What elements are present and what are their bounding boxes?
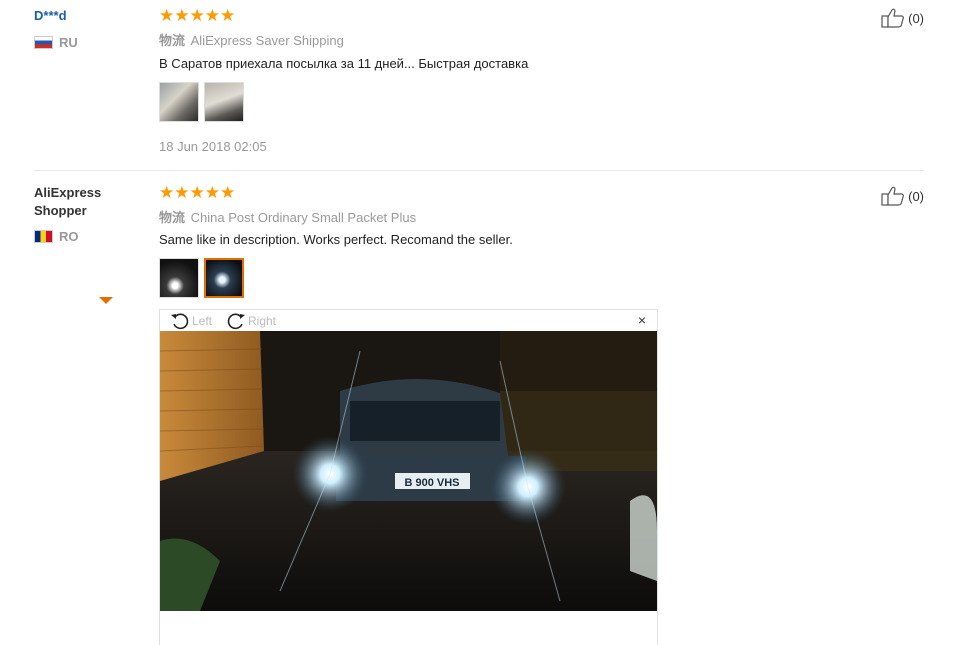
review-photos	[159, 258, 244, 298]
review-content: В Саратов приехала посылка за 11 дней...…	[159, 56, 529, 71]
review-photo-large: B 900 VHS	[160, 331, 657, 611]
helpful-button[interactable]: (0)	[881, 8, 924, 28]
flag-ru-icon	[34, 36, 53, 49]
reviewer-name[interactable]: D***d	[34, 7, 67, 25]
star-icon: ★	[159, 183, 175, 202]
reviewer-country: RO	[34, 229, 79, 244]
review-photo-thumbnail[interactable]	[159, 258, 199, 298]
star-icon: ★	[189, 183, 205, 202]
rotate-right-label: Right	[248, 314, 277, 328]
thumbs-up-icon	[881, 186, 905, 206]
star-rating: ★ ★ ★ ★ ★	[159, 184, 235, 202]
logistics-method: China Post Ordinary Small Packet Plus	[190, 210, 417, 225]
star-icon: ★	[189, 6, 205, 25]
star-rating: ★ ★ ★ ★ ★	[159, 7, 235, 25]
rotate-left-icon	[171, 313, 189, 330]
logistics-info: 物流 AliExpress Saver Shipping	[159, 30, 344, 49]
license-plate-text: B 900 VHS	[404, 477, 459, 489]
logistics-info: 物流 China Post Ordinary Small Packet Plus	[159, 207, 416, 226]
car-night-photo: B 900 VHS	[160, 331, 657, 611]
logistics-method: AliExpress Saver Shipping	[190, 33, 344, 48]
review-content: Same like in description. Works perfect.…	[159, 232, 513, 247]
flag-ro-icon	[34, 230, 53, 243]
photo-viewer-toolbar: Left Right ×	[160, 310, 657, 331]
country-code: RO	[59, 229, 79, 244]
star-icon: ★	[220, 6, 236, 25]
review-photo-thumbnail[interactable]	[204, 82, 244, 122]
review-photos	[159, 82, 244, 122]
star-icon: ★	[174, 6, 190, 25]
rotate-left-button[interactable]: Left	[170, 311, 212, 331]
logistics-tag: 物流	[159, 33, 186, 48]
country-code: RU	[59, 35, 78, 50]
review-photo-thumbnail[interactable]	[159, 82, 199, 122]
star-icon: ★	[204, 6, 220, 25]
review-photo-thumbnail-selected[interactable]	[204, 258, 244, 298]
helpful-button[interactable]: (0)	[881, 186, 924, 206]
star-icon: ★	[220, 183, 236, 202]
review-item: D***d RU ★ ★ ★ ★ ★ 物流 AliExpress Saver S…	[34, 0, 924, 171]
star-icon: ★	[159, 6, 175, 25]
selected-photo-pointer	[99, 297, 113, 304]
photo-viewer: Left Right × B 900 VHS	[159, 309, 658, 645]
thumbs-up-icon	[881, 8, 905, 28]
rotate-right-button[interactable]: Right	[226, 311, 276, 331]
star-icon: ★	[174, 183, 190, 202]
helpful-count: (0)	[908, 10, 924, 26]
review-item: AliExpress Shopper RO ★ ★ ★ ★ ★ 物流 China…	[34, 171, 924, 645]
review-date: 18 Jun 2018 02:05	[159, 139, 267, 154]
reviewer-name: AliExpress Shopper	[34, 185, 102, 218]
helpful-count: (0)	[908, 188, 924, 204]
close-icon[interactable]: ×	[638, 313, 646, 327]
reviewer-country: RU	[34, 35, 78, 50]
rotate-left-label: Left	[192, 314, 213, 328]
rotate-right-icon	[227, 313, 245, 330]
star-icon: ★	[204, 183, 220, 202]
logistics-tag: 物流	[159, 210, 186, 225]
